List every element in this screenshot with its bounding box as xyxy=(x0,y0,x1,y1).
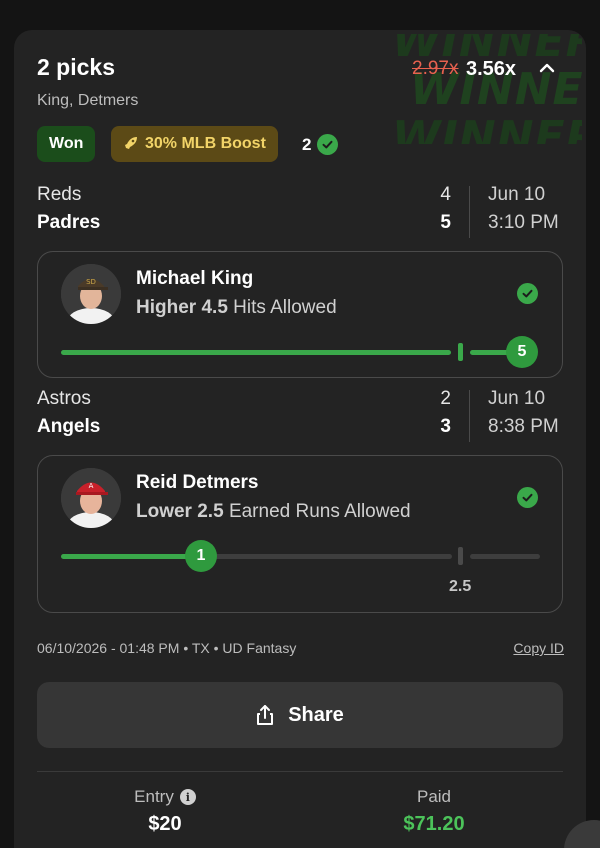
line-marker xyxy=(458,343,463,361)
divider xyxy=(469,390,470,442)
winner-watermark: WINNER!! WINNER!! WINNER!! xyxy=(392,34,582,144)
pick-direction: Higher xyxy=(136,297,197,318)
share-label: Share xyxy=(288,703,344,726)
team-away: Astros xyxy=(37,388,91,409)
team-away: Reds xyxy=(37,184,82,205)
game-date: Jun 10 xyxy=(488,184,546,205)
original-multiplier: 2.97x xyxy=(412,58,459,79)
chevron-up-icon[interactable] xyxy=(537,58,557,78)
entry-meta: 06/10/2026 - 01:48 PM • TX • UD Fantasy xyxy=(37,640,297,656)
team-home: Angels xyxy=(37,416,101,437)
player-avatar: SD xyxy=(61,264,121,324)
boosted-multiplier: 3.56x xyxy=(466,58,517,80)
result-knob: 5 xyxy=(506,336,538,368)
check-circle-icon xyxy=(517,283,538,304)
pick-card[interactable]: SD Michael King Higher 4.5 Hits Allowed … xyxy=(37,251,563,378)
game-time: 3:10 PM xyxy=(488,212,559,233)
pick-line: Higher 4.5 Hits Allowed xyxy=(136,297,337,319)
game-time: 8:38 PM xyxy=(488,416,559,437)
progress-track-empty xyxy=(206,554,452,559)
line-marker xyxy=(458,547,463,565)
pick-stat: Hits Allowed xyxy=(233,297,337,318)
player-name: Michael King xyxy=(136,268,254,289)
line-label: 2.5 xyxy=(449,578,472,595)
entry-title: 2 picks xyxy=(37,54,115,80)
progress-track-filled xyxy=(61,350,451,355)
copy-id-link[interactable]: Copy ID xyxy=(513,640,564,656)
pick-direction: Lower xyxy=(136,501,192,522)
game-row: Reds Padres 4 5 Jun 10 3:10 PM xyxy=(37,184,567,248)
check-circle-icon xyxy=(317,134,339,155)
correct-count: 2 xyxy=(302,134,339,155)
svg-text:SD: SD xyxy=(86,278,96,286)
boost-badge: 30% MLB Boost xyxy=(111,126,278,162)
entry-value: $20 xyxy=(148,813,182,835)
entry-stat: Entry i $20 xyxy=(85,787,245,836)
correct-count-value: 2 xyxy=(302,134,312,154)
score-away: 4 xyxy=(440,184,451,205)
game-row: Astros Angels 2 3 Jun 10 8:38 PM xyxy=(37,388,567,452)
pick-line: Lower 2.5 Earned Runs Allowed xyxy=(136,501,411,523)
player-name: Reid Detmers xyxy=(136,472,259,493)
game-date: Jun 10 xyxy=(488,388,546,409)
divider xyxy=(37,771,563,772)
score-home: 3 xyxy=(440,416,451,437)
rocket-icon xyxy=(123,135,139,154)
entry-label: Entry xyxy=(134,787,174,806)
entry-players: King, Detmers xyxy=(37,92,139,109)
progress-track-empty xyxy=(470,554,540,559)
divider xyxy=(469,186,470,238)
share-icon xyxy=(257,705,274,725)
pick-stat: Earned Runs Allowed xyxy=(228,501,411,522)
paid-value: $71.20 xyxy=(403,813,465,835)
player-avatar: A xyxy=(61,468,121,528)
pick-line-value: 2.5 xyxy=(197,501,224,522)
info-icon[interactable]: i xyxy=(179,789,196,805)
paid-stat: Paid $71.20 xyxy=(354,787,514,836)
entry-card: WINNER!! WINNER!! WINNER!! 2 picks King,… xyxy=(14,30,586,848)
paid-label: Paid xyxy=(416,787,452,806)
boost-label: 30% MLB Boost xyxy=(145,135,266,152)
won-badge: Won xyxy=(37,126,96,162)
score-away: 2 xyxy=(440,388,451,409)
svg-text:A: A xyxy=(89,482,94,490)
pick-line-value: 4.5 xyxy=(201,297,228,318)
pick-card[interactable]: A Reid Detmers Lower 2.5 Earned Runs All… xyxy=(37,455,563,613)
team-home: Padres xyxy=(37,212,101,233)
check-circle-icon xyxy=(517,487,538,508)
share-button[interactable]: Share xyxy=(37,682,563,748)
score-home: 5 xyxy=(440,212,451,233)
result-knob: 1 xyxy=(185,540,217,572)
